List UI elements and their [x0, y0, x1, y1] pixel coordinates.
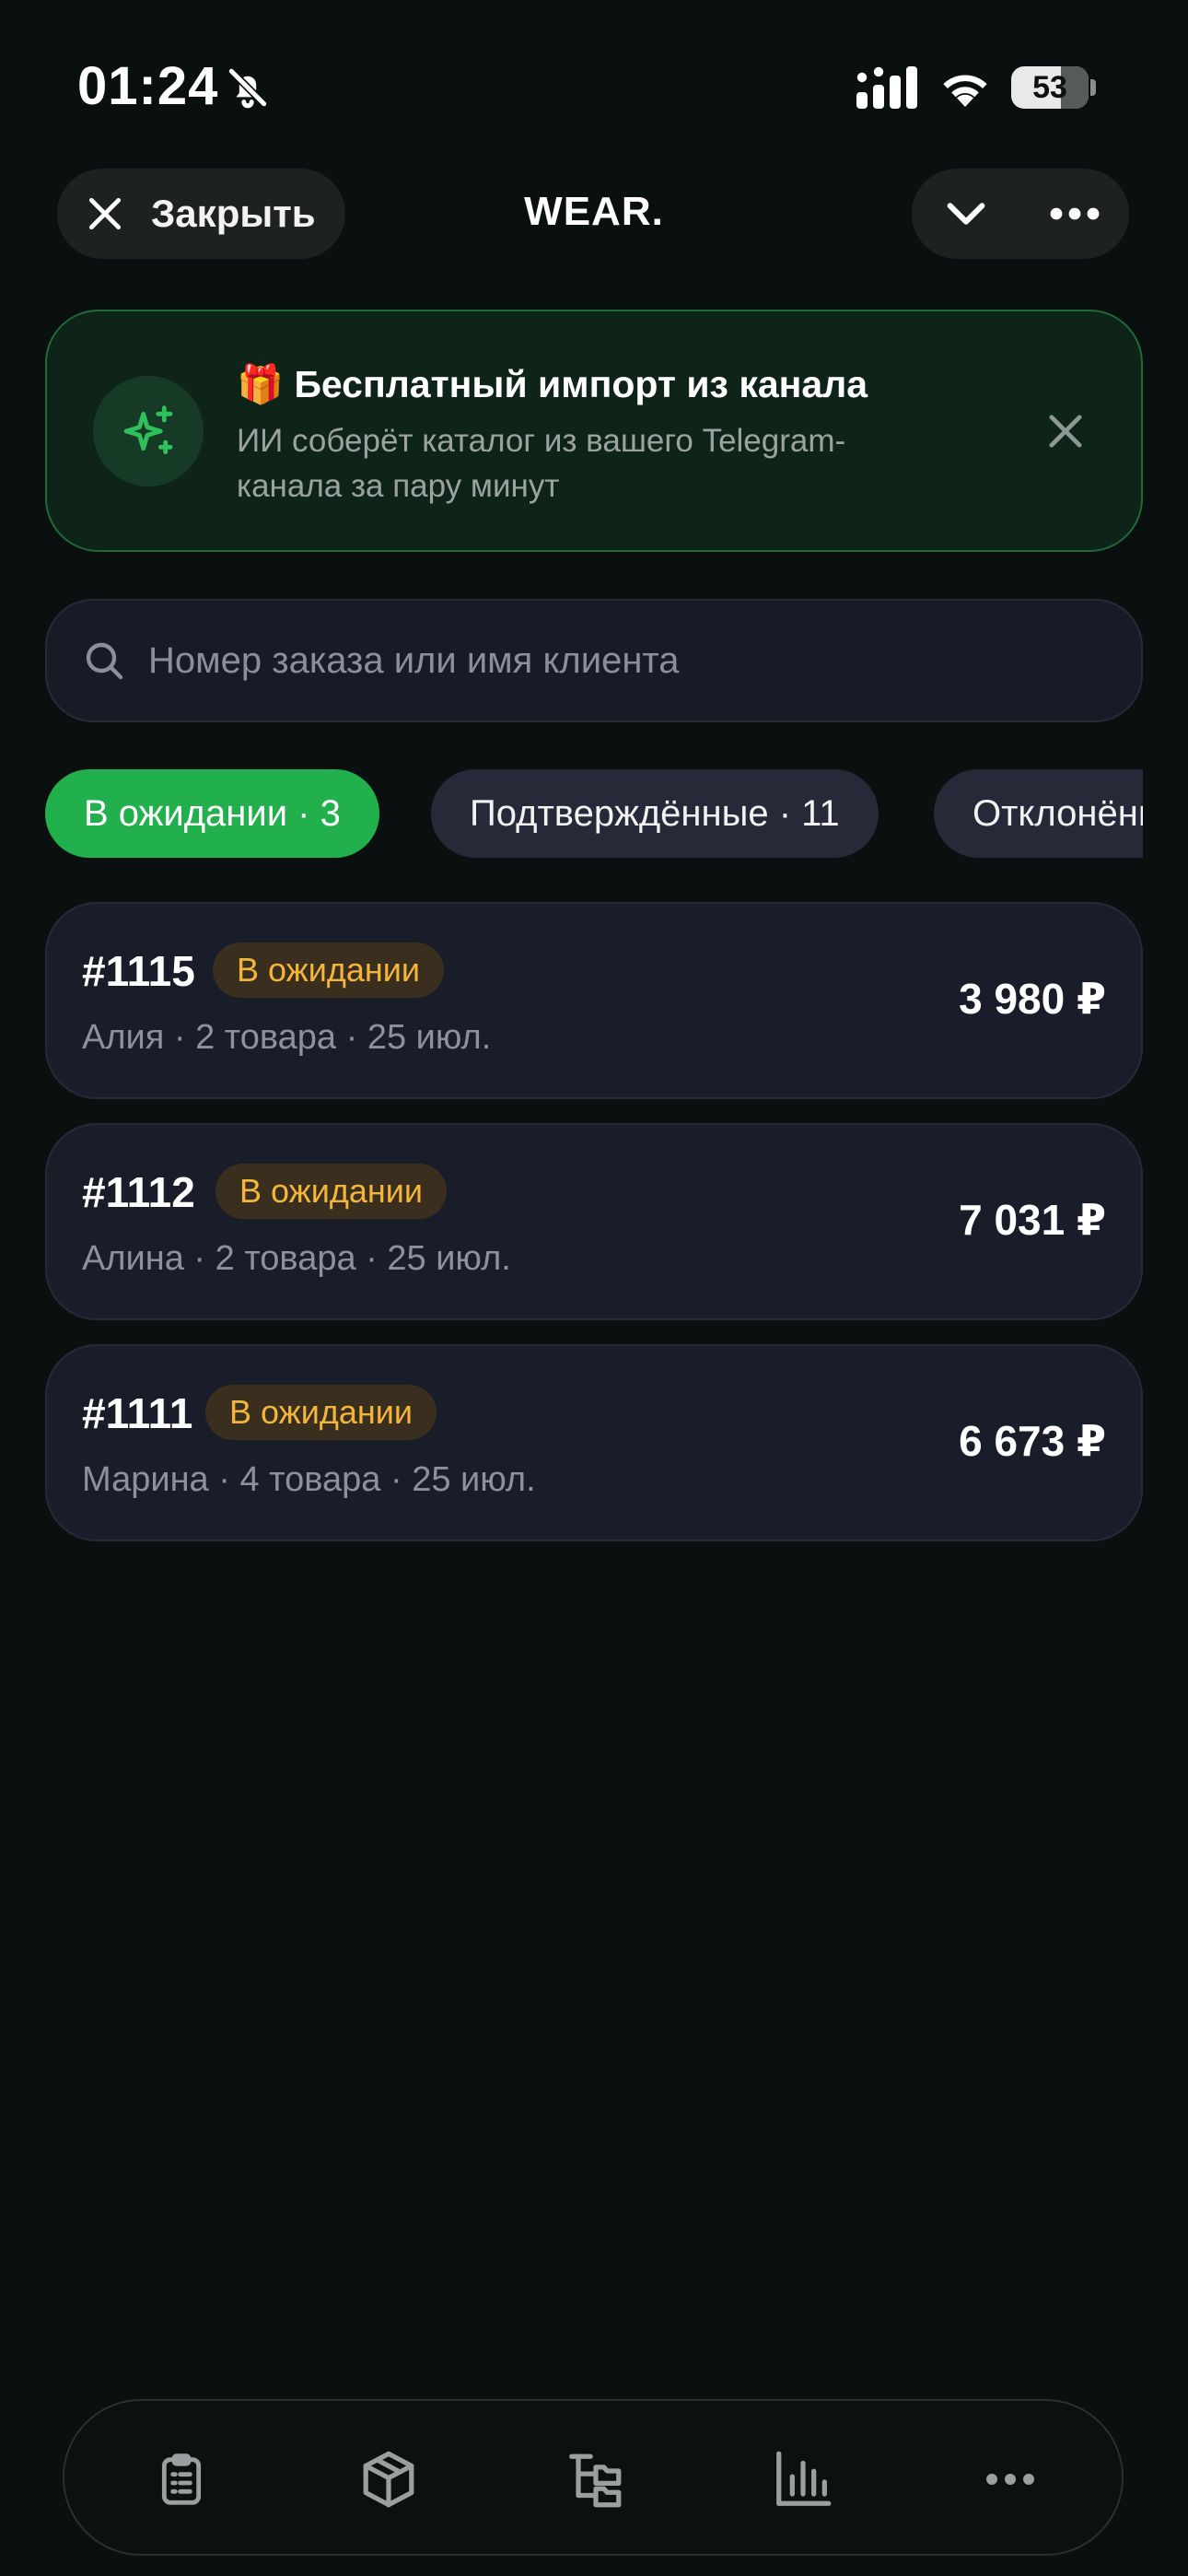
order-id: #1111 — [82, 1389, 193, 1437]
filter-tabs: В ожидании · 3 Подтверждённые · 11 Откло… — [45, 769, 1143, 858]
order-card[interactable]: #1115 В ожидании Алия · 2 товара · 25 ию… — [45, 902, 1143, 1099]
order-meta: Алина · 2 товара · 25 июл. — [82, 1239, 511, 1278]
order-meta: Алия · 2 товара · 25 июл. — [82, 1018, 492, 1057]
tab-analytics[interactable] — [748, 2401, 858, 2558]
banner-subtitle: ИИ соберёт каталог из вашего Telegram-ка… — [237, 423, 846, 504]
tab-more[interactable] — [955, 2401, 1066, 2558]
box-icon — [363, 2451, 414, 2508]
more-icon — [1050, 207, 1100, 220]
filter-rejected[interactable]: Отклонённые — [934, 769, 1143, 858]
banner-title: 🎁 Бесплатный импорт из канала — [237, 363, 868, 405]
order-id: #1115 — [82, 947, 195, 995]
battery-icon: 53 — [1011, 66, 1096, 109]
search-input[interactable] — [148, 624, 1141, 697]
nav-actions — [912, 169, 1129, 259]
order-meta: Марина · 4 товара · 25 июл. — [82, 1460, 536, 1499]
status-badge: В ожидании — [213, 943, 444, 998]
close-button[interactable]: Закрыть — [57, 169, 345, 259]
order-amount: 6 673 ₽ — [959, 1417, 1106, 1465]
bell-slash-icon — [227, 67, 268, 109]
sparkles-icon — [93, 376, 204, 486]
banner-close-icon[interactable] — [1042, 407, 1089, 455]
bottom-tab-bar — [63, 2399, 1124, 2556]
chevron-down-icon — [947, 203, 985, 225]
more-button[interactable] — [1020, 169, 1129, 259]
status-time: 01:24 — [77, 56, 219, 116]
order-amount: 7 031 ₽ — [959, 1196, 1106, 1244]
close-icon — [88, 197, 122, 230]
signal-icon — [856, 66, 917, 109]
order-card[interactable]: #1111 В ожидании Марина · 4 товара · 25 … — [45, 1344, 1143, 1541]
battery-level: 53 — [1032, 70, 1067, 105]
tree-icon — [569, 2453, 622, 2508]
clipboard-icon — [161, 2453, 202, 2505]
chart-icon — [776, 2451, 832, 2506]
filter-confirmed[interactable]: Подтверждённые · 11 — [431, 769, 879, 858]
tab-orders[interactable] — [126, 2401, 237, 2558]
app-title: WEAR. — [524, 189, 664, 234]
status-bar: 01:24 53 — [0, 0, 1188, 175]
status-badge: В ожидании — [215, 1164, 447, 1219]
order-amount: 3 980 ₽ — [959, 975, 1106, 1023]
search-bar — [45, 599, 1143, 722]
more-icon — [986, 2474, 1034, 2485]
collapse-button[interactable] — [912, 169, 1020, 259]
tab-categories[interactable] — [541, 2401, 651, 2558]
tab-products[interactable] — [333, 2401, 444, 2558]
wifi-icon — [943, 75, 987, 107]
close-button-label: Закрыть — [151, 192, 316, 235]
order-id: #1112 — [82, 1168, 195, 1216]
status-badge: В ожидании — [205, 1385, 437, 1440]
order-card[interactable]: #1112 В ожидании Алина · 2 товара · 25 и… — [45, 1123, 1143, 1320]
search-icon — [86, 642, 123, 680]
import-banner[interactable]: 🎁 Бесплатный импорт из канала ИИ соберёт… — [45, 310, 1143, 552]
filter-pending[interactable]: В ожидании · 3 — [45, 769, 379, 858]
